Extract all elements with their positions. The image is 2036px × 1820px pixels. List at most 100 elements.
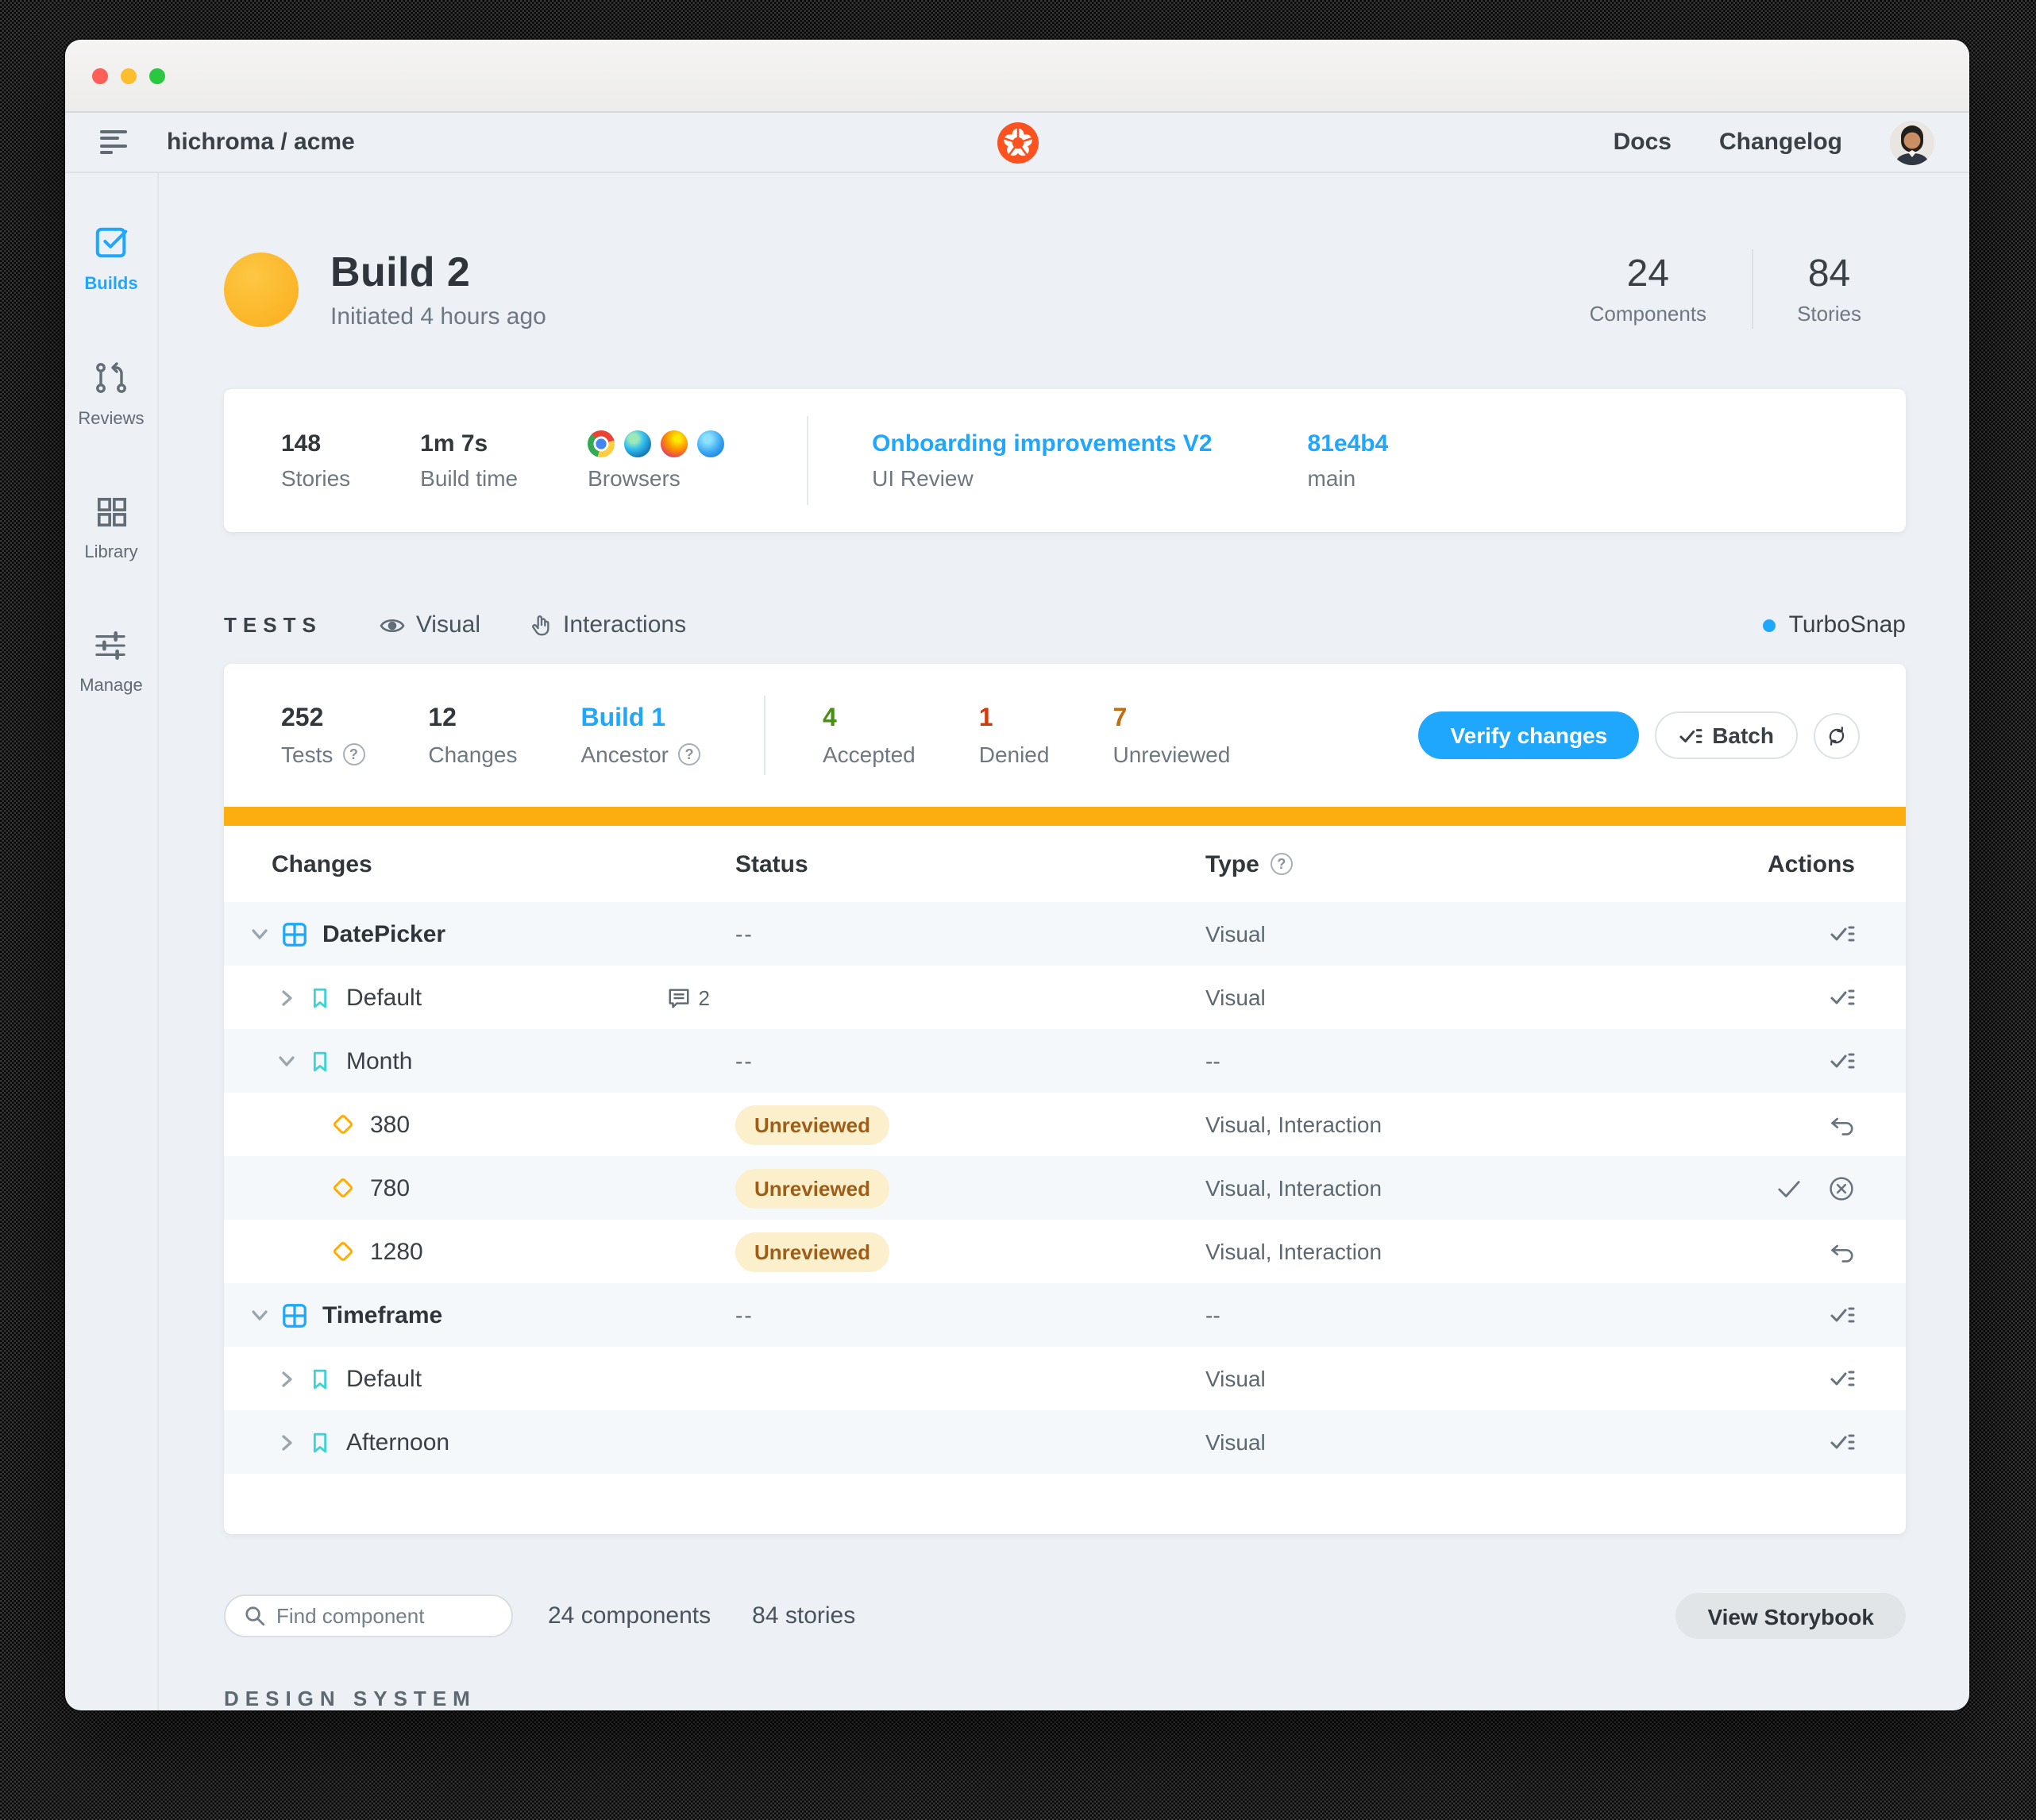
stories-stat: 148 Stories — [281, 430, 351, 491]
table-row-timeframe[interactable]: Timeframe -- -- — [224, 1283, 1906, 1347]
summary-stat-unreviewed: 7 Unreviewed — [1112, 704, 1231, 766]
build-header: Build 2 Initiated 4 hours ago 24 Compone… — [224, 243, 1906, 335]
story-bookmark-icon — [313, 1051, 327, 1071]
find-component-search[interactable] — [224, 1594, 513, 1637]
type-label: Visual, Interaction — [1205, 1112, 1382, 1137]
edge-icon — [624, 430, 652, 457]
project-breadcrumb[interactable]: hichroma / acme — [167, 129, 355, 156]
chromatic-logo-icon[interactable] — [997, 121, 1038, 163]
tab-interactions[interactable]: Interactions — [528, 611, 686, 638]
deny-icon — [1830, 1176, 1853, 1200]
turbosnap-dot-icon — [1763, 619, 1776, 631]
undo-icon — [1831, 1244, 1853, 1262]
table-row-1280[interactable]: 1280 Unreviewed Visual, Interaction — [224, 1220, 1906, 1283]
refresh-button[interactable] — [1814, 712, 1860, 758]
table-row-default[interactable]: Default 2 Visual — [224, 966, 1906, 1029]
eye-icon — [380, 618, 405, 632]
type-label: -- — [1205, 1048, 1220, 1074]
stories-count-stat: 84 Stories — [1797, 253, 1861, 326]
sidebar-item-manage[interactable]: Manage — [79, 629, 143, 696]
sidebar-item-library[interactable]: Library — [84, 495, 138, 562]
minimize-window-button[interactable] — [121, 67, 137, 83]
batch-action-button[interactable] — [1830, 1367, 1855, 1390]
deny-action-button[interactable] — [1828, 1174, 1855, 1201]
table-row-default[interactable]: Default Visual — [224, 1347, 1906, 1410]
zoom-window-button[interactable] — [149, 67, 165, 83]
batch-action-button[interactable] — [1830, 986, 1855, 1008]
turbosnap-indicator[interactable]: TurboSnap — [1763, 611, 1906, 638]
status-empty: -- — [735, 920, 754, 946]
type-label: Visual, Interaction — [1205, 1175, 1382, 1201]
row-label: Default — [346, 1365, 422, 1392]
batch-accept-icon — [1830, 1307, 1855, 1323]
manage-sliders-icon — [94, 629, 128, 667]
sidebar-item-builds[interactable]: Builds — [84, 224, 138, 294]
help-icon[interactable]: ? — [342, 742, 365, 765]
tests-section-header: TESTS Visual Interactions TurboSnap — [224, 611, 1906, 638]
batch-accept-icon — [1830, 926, 1855, 942]
browsers-stat: Browsers — [588, 430, 725, 491]
type-help-icon[interactable]: ? — [1270, 853, 1293, 875]
builds-checkbox-icon — [93, 224, 129, 265]
build-time-stat: 1m 7s Build time — [420, 430, 519, 491]
batch-action-button[interactable] — [1830, 1304, 1855, 1326]
row-label: Timeframe — [322, 1301, 443, 1328]
user-avatar[interactable] — [1890, 120, 1934, 164]
chevron-right-icon — [282, 989, 292, 1005]
accept-action-button[interactable] — [1776, 1176, 1803, 1200]
status-empty: -- — [735, 1047, 754, 1073]
undo-action-button[interactable] — [1828, 1112, 1855, 1136]
summary-stat-accepted: 4 Accepted — [822, 704, 916, 766]
help-icon[interactable]: ? — [677, 742, 700, 765]
variant-diamond-icon — [334, 1178, 353, 1197]
variant-diamond-icon — [334, 1115, 353, 1134]
batch-accept-icon — [1830, 1434, 1855, 1450]
view-storybook-button[interactable]: View Storybook — [1675, 1593, 1906, 1639]
test-summary-bar: 252 Tests ? 12 Changes Build 1 Ancestor ? 4 Acc… — [224, 664, 1906, 807]
comment-count[interactable]: 2 — [667, 985, 710, 1009]
build-status-avatar — [224, 252, 299, 326]
batch-button[interactable]: Batch — [1655, 711, 1798, 759]
chevron-down-icon — [252, 928, 268, 939]
type-label: Visual — [1205, 985, 1266, 1010]
batch-action-button[interactable] — [1830, 1050, 1855, 1072]
ui-review-link[interactable]: Onboarding improvements V2 UI Review — [872, 430, 1212, 491]
row-label: 1280 — [370, 1238, 423, 1265]
batch-accept-icon — [1830, 1371, 1855, 1386]
sidebar-item-reviews[interactable]: Reviews — [78, 361, 145, 429]
summary-stat-changes: 12 Changes — [428, 704, 518, 766]
row-label: Afternoon — [346, 1429, 450, 1456]
table-row-datepicker[interactable]: DatePicker -- Visual — [224, 902, 1906, 966]
tab-visual[interactable]: Visual — [380, 611, 480, 638]
comment-icon — [669, 988, 688, 1008]
story-bookmark-icon — [313, 1432, 327, 1452]
commit-link[interactable]: 81e4b4 main — [1308, 430, 1389, 491]
chrome-icon — [588, 430, 615, 457]
refresh-icon — [1829, 726, 1845, 745]
footer-bar: 24 components 84 stories View Storybook — [224, 1593, 1906, 1639]
library-grid-icon — [94, 495, 128, 534]
changelog-link[interactable]: Changelog — [1719, 129, 1842, 156]
titlebar — [65, 40, 1969, 113]
tests-card: 252 Tests ? 12 Changes Build 1 Ancestor ? 4 Acc… — [224, 664, 1906, 1534]
type-label: -- — [1205, 1302, 1220, 1328]
verify-changes-button[interactable]: Verify changes — [1418, 711, 1640, 759]
close-window-button[interactable] — [92, 67, 108, 83]
story-bookmark-icon — [313, 1368, 327, 1389]
changes-table: Changes Status Type? Actions DatePicker -… — [224, 826, 1906, 1534]
table-row-780[interactable]: 780 Unreviewed Visual, Interaction — [224, 1156, 1906, 1220]
table-row-afternoon[interactable]: Afternoon Visual — [224, 1410, 1906, 1474]
search-input[interactable] — [276, 1604, 483, 1628]
docs-link[interactable]: Docs — [1614, 129, 1672, 156]
batch-action-button[interactable] — [1830, 923, 1855, 945]
variant-diamond-icon — [334, 1242, 353, 1261]
sidebar-toggle-icon[interactable] — [100, 126, 135, 158]
type-label: Visual — [1205, 1429, 1266, 1455]
batch-action-button[interactable] — [1830, 1431, 1855, 1453]
undo-action-button[interactable] — [1828, 1240, 1855, 1263]
table-row-month[interactable]: Month -- -- — [224, 1029, 1906, 1093]
main-content: Build 2 Initiated 4 hours ago 24 Compone… — [159, 173, 1969, 1710]
table-row-380[interactable]: 380 Unreviewed Visual, Interaction — [224, 1093, 1906, 1156]
summary-stat-ancestor[interactable]: Build 1 Ancestor ? — [580, 704, 700, 766]
row-label: 380 — [370, 1111, 411, 1138]
